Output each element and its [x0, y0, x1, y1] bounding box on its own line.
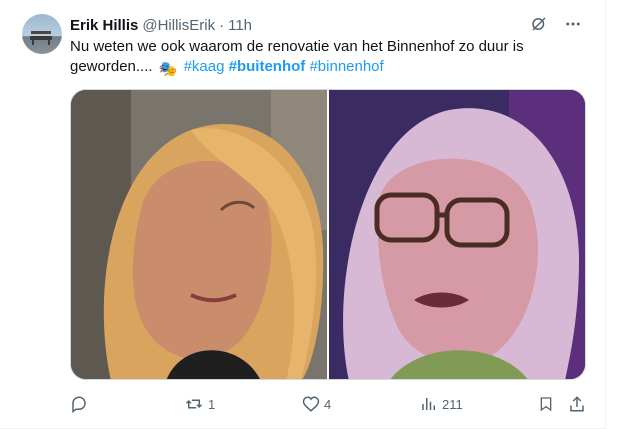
bookmark-button[interactable]	[538, 395, 554, 413]
like-count: 4	[324, 396, 332, 412]
performing-arts-emoji: 🎭	[158, 61, 178, 78]
timestamp[interactable]: 11h	[228, 17, 252, 34]
hashtag-buitenhof[interactable]: #buitenhof	[229, 58, 306, 75]
avatar-bench-leg	[32, 40, 34, 45]
avatar-bench-leg	[48, 40, 50, 45]
more-icon[interactable]	[563, 14, 583, 34]
tweet-header: Erik Hillis @HillisErik · 11h	[70, 15, 252, 35]
reply-button[interactable]	[70, 395, 92, 413]
media-photo-right[interactable]	[329, 90, 585, 379]
views-count: 211	[442, 396, 463, 412]
views-button[interactable]: 211	[420, 395, 463, 413]
share-button[interactable]	[568, 395, 586, 413]
grok-icon[interactable]	[529, 14, 549, 34]
separator-dot: ·	[219, 16, 225, 34]
repost-button[interactable]: 1	[184, 395, 215, 413]
photo-left-illustration	[71, 90, 327, 379]
action-bar: 1 4 211	[0, 385, 606, 425]
tweet-text: Nu weten we ook waarom de renovatie van …	[70, 37, 570, 80]
hashtag-kaag[interactable]: #kaag	[184, 58, 225, 75]
share-icon	[570, 396, 584, 412]
repost-count: 1	[208, 396, 216, 412]
photo-right-illustration	[329, 90, 585, 379]
repost-icon	[185, 399, 203, 409]
hashtag-binnenhof[interactable]: #binnenhof	[309, 58, 383, 75]
avatar-bench-back	[31, 31, 51, 34]
top-actions	[529, 14, 583, 34]
like-icon	[302, 396, 320, 412]
bookmark-icon	[540, 397, 552, 412]
media-photo-left[interactable]	[71, 90, 327, 379]
avatar[interactable]	[22, 14, 62, 54]
reply-icon	[72, 396, 86, 413]
like-button[interactable]: 4	[302, 395, 331, 413]
author-handle[interactable]: @HillisErik	[142, 17, 215, 34]
tweet-card[interactable]: Erik Hillis @HillisErik · 11h Nu weten w…	[0, 0, 606, 429]
author-name[interactable]: Erik Hillis	[70, 17, 138, 34]
media-grid	[70, 89, 586, 380]
views-icon	[422, 398, 435, 410]
